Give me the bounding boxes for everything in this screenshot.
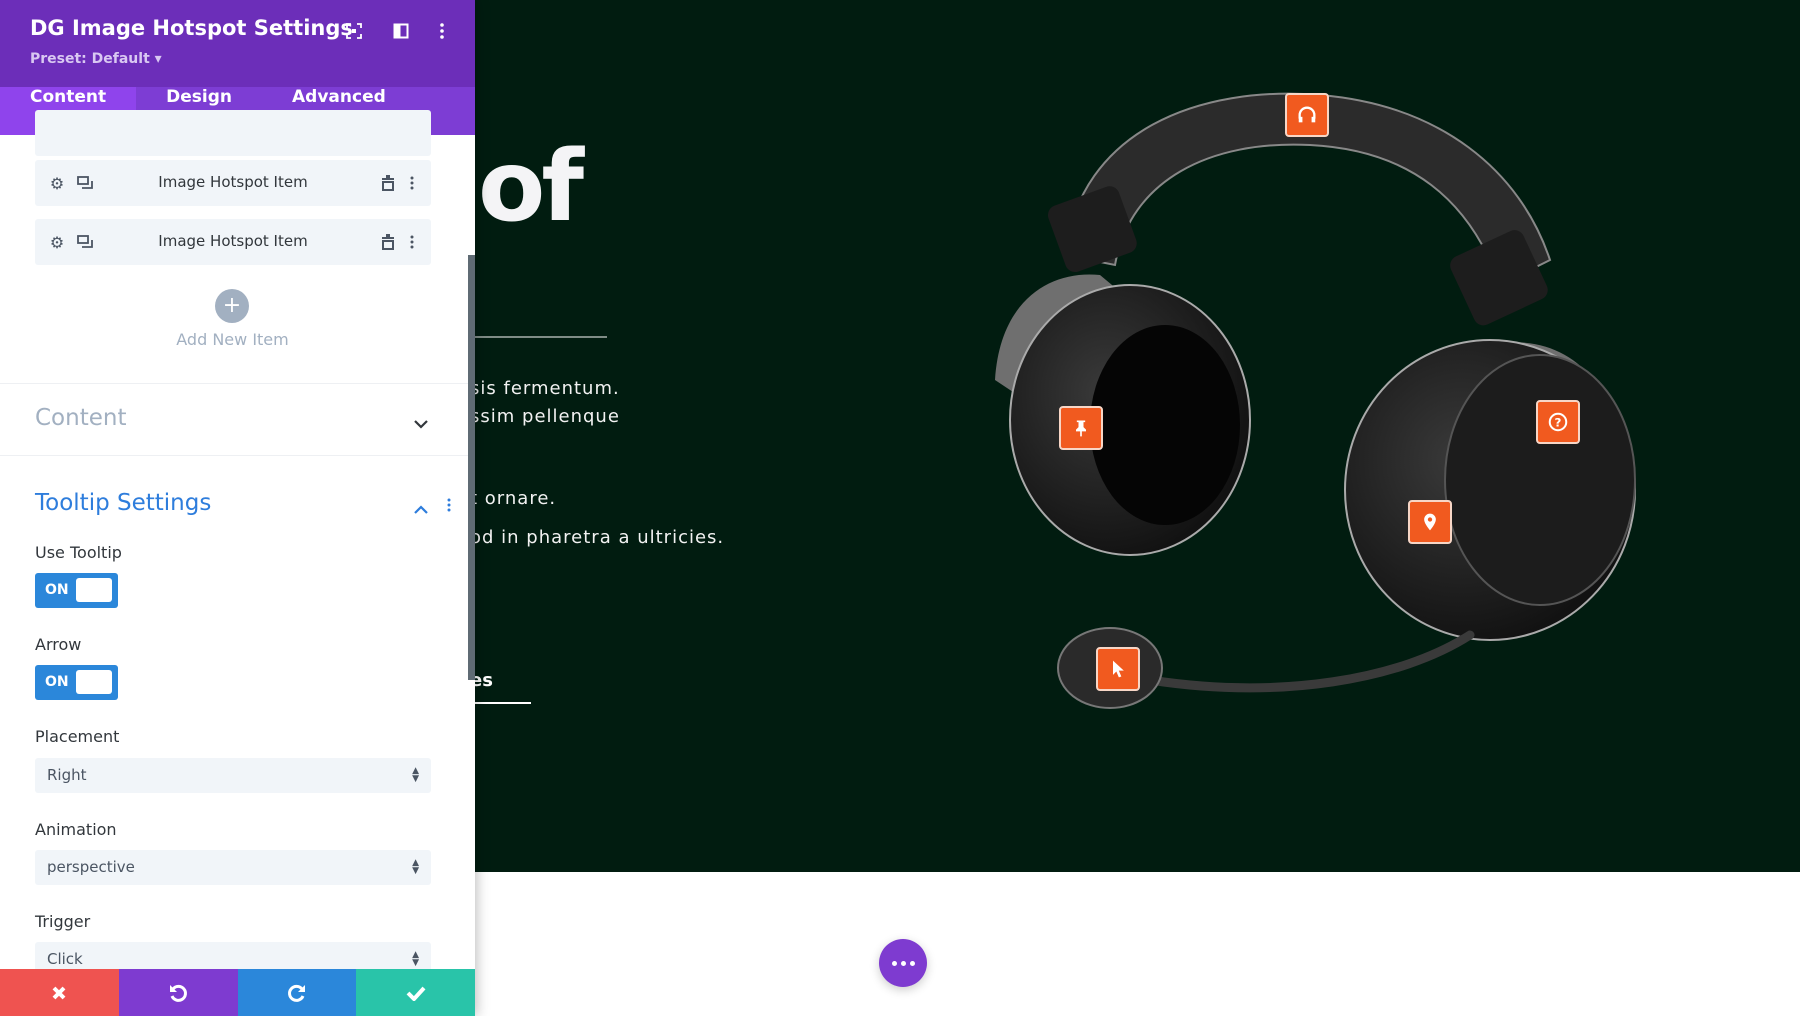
toggle-state: ON: [45, 674, 69, 690]
panel-scrollbar[interactable]: [468, 255, 475, 680]
split-view-icon[interactable]: [390, 20, 412, 42]
focus-icon[interactable]: [343, 20, 365, 42]
trash-icon[interactable]: [378, 173, 398, 193]
arrow-toggle[interactable]: ON: [35, 665, 118, 700]
settings-panel: DG Image Hotspot Settings Preset: Defaul…: [0, 0, 475, 1016]
hotspot-headphones[interactable]: [1285, 93, 1329, 137]
section-tooltip-settings[interactable]: Tooltip Settings: [35, 490, 211, 516]
close-icon: [52, 986, 66, 999]
select-arrows-icon: ▲ ▼: [412, 766, 419, 784]
pin-icon: [1076, 420, 1086, 437]
select-value: Right: [47, 766, 87, 784]
discard-button[interactable]: [0, 969, 119, 1016]
undo-button[interactable]: [118, 969, 238, 1016]
hotspot-question[interactable]: ?: [1536, 400, 1580, 444]
use-tooltip-toggle[interactable]: ON: [35, 573, 118, 608]
animation-label: Animation: [35, 820, 117, 839]
more-vertical-icon[interactable]: [431, 20, 453, 42]
headphones-icon: [1298, 106, 1316, 123]
divider: [0, 455, 468, 456]
preset-dropdown[interactable]: Preset: Default ▾: [30, 51, 162, 67]
action-bar: [0, 969, 475, 1016]
list-item[interactable]: ⚙ Image Hotspot Item: [35, 219, 431, 265]
hotspot-cursor[interactable]: [1096, 647, 1140, 691]
select-value: perspective: [47, 858, 135, 876]
item-label: Image Hotspot Item: [158, 173, 308, 191]
trigger-label: Trigger: [35, 912, 91, 931]
use-tooltip-label: Use Tooltip: [35, 543, 122, 562]
trash-icon[interactable]: [378, 232, 398, 252]
chevron-down-icon[interactable]: [413, 414, 429, 433]
chevron-up-icon[interactable]: [413, 500, 429, 519]
undo-icon: [170, 984, 188, 1002]
panel-title: DG Image Hotspot Settings: [30, 16, 353, 40]
redo-icon: [287, 984, 305, 1002]
select-arrows-icon: ▲ ▼: [412, 858, 419, 876]
add-new-item-label[interactable]: Add New Item: [0, 330, 465, 349]
more-options-button[interactable]: [879, 939, 927, 987]
select-arrows-icon: ▲ ▼: [412, 950, 419, 968]
svg-text:?: ?: [1555, 416, 1562, 430]
placement-label: Placement: [35, 727, 120, 746]
section-content-toggle[interactable]: Content: [35, 405, 126, 431]
location-icon: [1424, 513, 1436, 531]
list-item[interactable]: ⚙ Image Hotspot Item: [35, 160, 431, 206]
more-vertical-icon[interactable]: [447, 497, 451, 516]
toggle-state: ON: [45, 582, 69, 598]
question-icon: ?: [1548, 412, 1568, 432]
arrow-label: Arrow: [35, 635, 82, 654]
hotspot-location[interactable]: [1408, 500, 1452, 544]
item-label: Image Hotspot Item: [158, 232, 308, 250]
add-item-button[interactable]: +: [215, 289, 249, 323]
save-button[interactable]: [356, 969, 475, 1016]
check-icon: [406, 986, 426, 1001]
placement-select[interactable]: Right ▲ ▼: [35, 758, 431, 793]
panel-header: DG Image Hotspot Settings Preset: Defaul…: [0, 0, 475, 87]
more-vertical-icon[interactable]: [402, 232, 422, 252]
hotspot-pin[interactable]: [1059, 406, 1103, 450]
more-vertical-icon[interactable]: [402, 173, 422, 193]
divider: [0, 383, 468, 384]
animation-select[interactable]: perspective ▲ ▼: [35, 850, 431, 885]
select-value: Click: [47, 950, 83, 968]
list-item-partial[interactable]: [35, 110, 431, 156]
redo-button[interactable]: [237, 969, 357, 1016]
cursor-icon: [1113, 660, 1124, 678]
